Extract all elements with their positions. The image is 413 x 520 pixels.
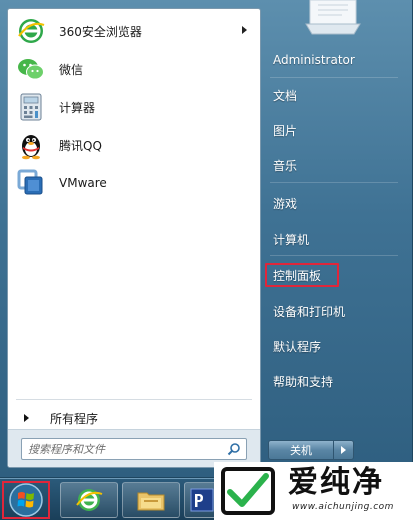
all-programs-label: 所有程序 [50, 411, 99, 426]
taskbar-button-explorer[interactable] [122, 482, 180, 518]
program-item-vmware[interactable]: VMware [8, 164, 260, 202]
program-label: 计算器 [59, 100, 96, 115]
right-item-control-panel[interactable]: 控制面板 [265, 263, 339, 287]
right-item-default-programs[interactable]: 默认程序 [265, 334, 403, 358]
search-icon[interactable] [227, 442, 241, 456]
start-button[interactable] [2, 481, 50, 519]
right-item-label: Administrator [273, 53, 355, 67]
wechat-icon [16, 54, 46, 84]
file-explorer-icon [137, 492, 165, 511]
right-item-label: 图片 [273, 123, 298, 138]
right-item-computer[interactable]: 计算机 [265, 227, 403, 251]
triangle-right-icon [24, 414, 29, 422]
taskbar-button-browser[interactable] [60, 482, 118, 518]
right-divider [270, 255, 398, 256]
taskbar-button-app[interactable] [184, 482, 216, 518]
shutdown-group: 关机 [268, 440, 354, 460]
app-icon-partial [190, 488, 214, 512]
watermark: 爱纯净 www.aichunjing.com [214, 462, 413, 520]
program-item-360-browser[interactable]: 360安全浏览器 [8, 12, 260, 50]
right-item-administrator[interactable]: Administrator [265, 48, 403, 72]
program-label: VMware [59, 176, 107, 190]
right-item-label: 音乐 [273, 158, 298, 173]
qq-penguin-icon [16, 130, 46, 160]
ie-browser-icon [76, 489, 103, 511]
right-item-label: 控制面板 [273, 268, 322, 283]
start-menu-left-panel: 360安全浏览器 微信 计算器 腾讯QQ VMware 所有程序 搜索程序和文件 [7, 8, 261, 468]
shutdown-button[interactable]: 关机 [268, 440, 334, 460]
right-item-games[interactable]: 游戏 [265, 191, 403, 215]
vmware-icon [16, 168, 46, 198]
shutdown-options-arrow-icon[interactable] [334, 440, 354, 460]
right-divider [270, 182, 398, 183]
search-box [21, 438, 247, 460]
right-item-devices-printers[interactable]: 设备和打印机 [265, 299, 403, 323]
program-item-qq[interactable]: 腾讯QQ [8, 126, 260, 164]
program-item-calculator[interactable]: 计算器 [8, 88, 260, 126]
submenu-arrow-icon[interactable] [242, 26, 247, 34]
right-item-label: 游戏 [273, 196, 298, 211]
right-item-label: 文档 [273, 88, 298, 103]
right-item-label: 设备和打印机 [273, 304, 346, 319]
start-menu: 360安全浏览器 微信 计算器 腾讯QQ VMware 所有程序 搜索程序和文件… [0, 0, 413, 478]
right-item-label: 默认程序 [273, 339, 322, 354]
right-item-label: 帮助和支持 [273, 374, 334, 389]
watermark-url: www.aichunjing.com [292, 502, 394, 512]
right-divider [270, 77, 398, 78]
program-label: 360安全浏览器 [59, 24, 142, 39]
calculator-icon [16, 92, 46, 122]
program-item-wechat[interactable]: 微信 [8, 50, 260, 88]
search-input[interactable] [22, 439, 222, 459]
ie-360-browser-icon [16, 16, 46, 46]
right-item-help-support[interactable]: 帮助和支持 [265, 369, 403, 393]
right-item-music[interactable]: 音乐 [265, 153, 403, 177]
left-panel-divider [16, 399, 252, 400]
right-item-pictures[interactable]: 图片 [265, 118, 403, 142]
user-picture-icon[interactable] [302, 0, 364, 36]
program-label: 微信 [59, 62, 84, 77]
watermark-logo-icon [221, 467, 275, 515]
windows-start-orb-icon [9, 483, 43, 517]
right-item-documents[interactable]: 文档 [265, 83, 403, 107]
pinned-programs-list: 360安全浏览器 微信 计算器 腾讯QQ VMware [8, 9, 260, 202]
watermark-title: 爱纯净 [288, 465, 384, 500]
right-item-label: 计算机 [273, 232, 310, 247]
program-label: 腾讯QQ [59, 138, 102, 153]
all-programs-button[interactable]: 所有程序 [16, 405, 252, 431]
